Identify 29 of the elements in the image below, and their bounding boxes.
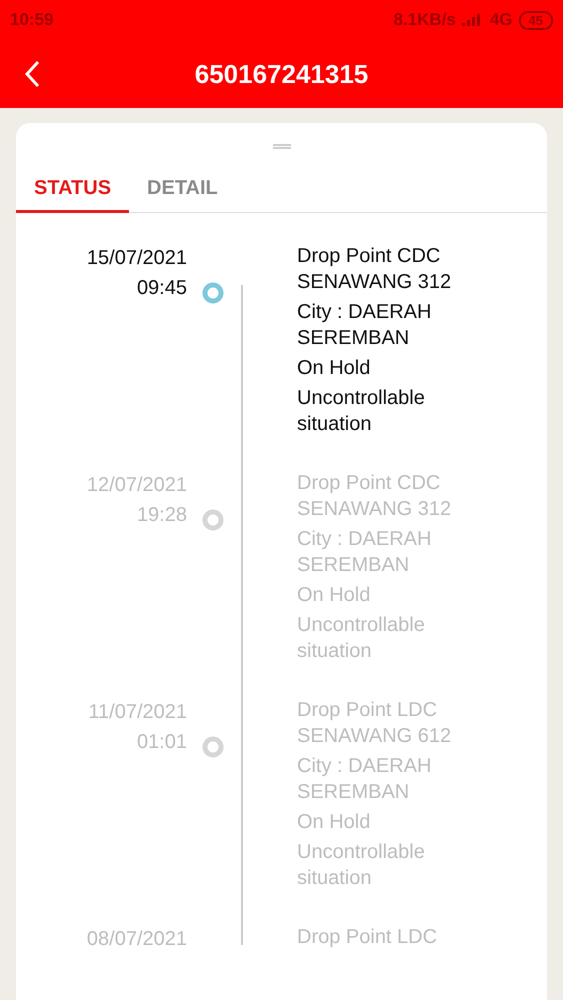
date-text: 12/07/2021 [86,473,187,498]
tab[interactable]: STATUS [16,169,130,213]
event-text: Drop Point LDC [297,925,438,950]
event-text: On Hold [297,583,372,608]
event-text: On Hold [297,810,372,835]
back-icon[interactable] [24,60,40,88]
tracking-number: 650167241315 [194,58,368,90]
event-text: City : DAERAH SEREMBAN [297,527,432,578]
date-text: 15/07/2021 [86,246,187,271]
network-type: 4G [490,10,513,30]
battery-level: 45 [518,10,553,30]
event-text: City : DAERAH SEREMBAN [297,300,432,351]
event-text: Drop Point CDC SENAWANG 312 [297,471,452,522]
event-text: Drop Point CDC SENAWANG 312 [297,244,452,295]
drag-handle-icon[interactable] [272,144,290,149]
date-text: 11/07/2021 [88,700,187,725]
event-text: Uncontrollable situation [297,613,426,664]
date-text: 08/07/2021 [86,927,187,952]
event-text: Uncontrollable situation [297,386,426,437]
tab[interactable]: DETAIL [129,169,236,213]
event-text: Drop Point LDC SENAWANG 612 [297,698,452,749]
event-text: City : DAERAH SEREMBAN [297,754,432,805]
time-text: 09:45 [136,276,187,301]
clock-time: 10:59 [10,10,54,30]
event-text: Uncontrollable situation [297,840,426,891]
event-text: On Hold [297,356,372,381]
time-text: 19:28 [136,503,187,528]
time-text: 01:01 [136,730,187,755]
network-speed: 8.1KB/s [393,10,456,30]
